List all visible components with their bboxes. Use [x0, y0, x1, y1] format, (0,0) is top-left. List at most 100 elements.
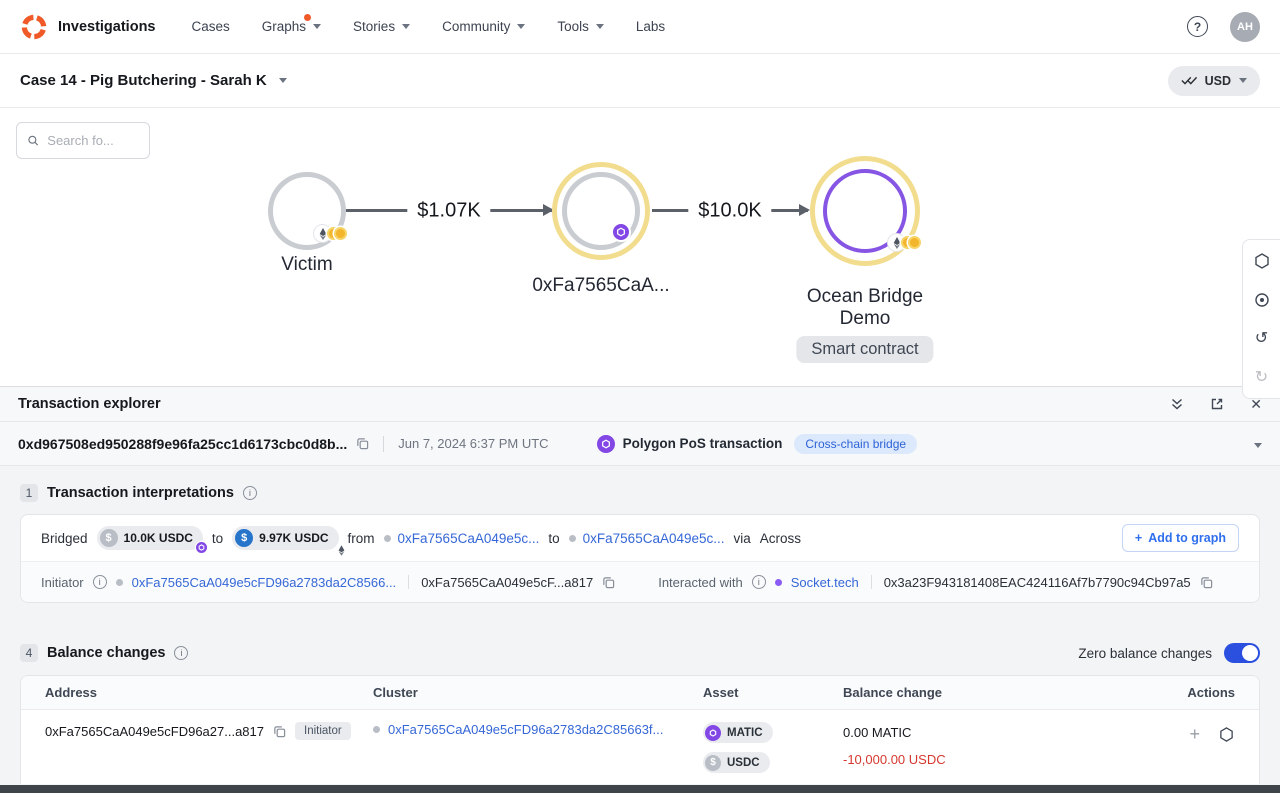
column-header-balance-change: Balance change	[843, 685, 1143, 700]
to-asset-pill[interactable]: $ 9.97K USDC	[232, 526, 338, 550]
node-label[interactable]: Victim	[281, 254, 332, 276]
chevron-down-icon	[596, 24, 604, 29]
node-shape-icon[interactable]	[1218, 726, 1235, 743]
to-address-link[interactable]: 0xFa7565CaA049e5c...	[583, 531, 725, 546]
action-label: Bridged	[41, 531, 88, 546]
balance-change-matic: 0.00 MATIC	[843, 725, 1143, 740]
interpretation-card: Bridged $ 10.0K USDC to $ 9.97K USDC fro…	[20, 514, 1260, 603]
interpretation-main-row: Bridged $ 10.0K USDC to $ 9.97K USDC fro…	[21, 515, 1259, 561]
transaction-hash: 0xd967508ed950288f9e96fa25cc1d6173cbc0d8…	[18, 436, 347, 452]
case-title: Case 14 - Pig Butchering - Sarah K	[20, 72, 267, 89]
row-cluster-link[interactable]: 0xFa7565CaA049e5cFD96a2783da2C85663f...	[388, 722, 663, 737]
cluster-dot	[569, 535, 576, 542]
undo-icon[interactable]: ↺	[1253, 330, 1270, 347]
main-nav: Cases Graphs Stories Community Tools Lab…	[192, 19, 666, 34]
cluster-dot	[384, 535, 391, 542]
info-icon[interactable]: i	[93, 575, 107, 589]
info-glyph: i	[758, 577, 760, 588]
arrowhead-icon	[799, 204, 810, 216]
address-cell: 0xFa7565CaA049e5cFD96a27...a817 Initiato…	[45, 722, 373, 740]
edge-value-label[interactable]: $10.0K	[688, 198, 771, 225]
nav-item-graphs[interactable]: Graphs	[262, 19, 321, 34]
node-label[interactable]: 0xFa7565CaA...	[486, 275, 716, 297]
graph-search	[16, 122, 150, 159]
matic-asset-chip: MATIC	[703, 722, 773, 743]
zero-balance-control: Zero balance changes	[1078, 643, 1260, 663]
collapse-panel-icon[interactable]	[1170, 397, 1184, 411]
word-to: to	[212, 531, 223, 546]
copy-icon[interactable]	[1200, 576, 1213, 589]
nav-item-labs[interactable]: Labs	[636, 19, 665, 34]
graph-canvas[interactable]: $1.07K $10.0K Victim 0xFa7565CaA... Ocea…	[0, 108, 1280, 386]
explorer-content: 1 Transaction interpretations i Bridged …	[0, 466, 1280, 785]
copy-icon[interactable]	[602, 576, 615, 589]
cluster-dot-purple	[775, 579, 782, 586]
table-row[interactable]: 0xFa7565CaA049e5cFD96a27...a817 Initiato…	[21, 710, 1259, 773]
nav-item-label: Cases	[192, 19, 230, 34]
edge-value-label[interactable]: $1.07K	[407, 198, 490, 225]
horizontal-scrollbar[interactable]	[0, 785, 1280, 793]
info-icon[interactable]: i	[752, 575, 766, 589]
usdc-grayed-icon: $	[705, 755, 721, 771]
center-target-icon[interactable]	[1253, 291, 1270, 308]
help-icon[interactable]: ?	[1187, 16, 1208, 37]
expand-transaction-icon[interactable]	[1254, 436, 1262, 451]
polygon-icon	[705, 725, 721, 741]
case-title-dropdown[interactable]: Case 14 - Pig Butchering - Sarah K	[20, 72, 287, 89]
chevron-down-icon	[1254, 443, 1262, 448]
info-glyph: i	[180, 648, 182, 659]
search-input[interactable]	[47, 133, 139, 148]
avatar[interactable]: AH	[1230, 12, 1260, 42]
interacted-cluster-link[interactable]: Socket.tech	[791, 575, 859, 590]
polygon-icon	[597, 435, 615, 453]
from-asset-pill[interactable]: $ 10.0K USDC	[97, 526, 203, 550]
word-from: from	[348, 531, 375, 546]
section-title: Balance changes	[47, 645, 165, 661]
interacted-with-label: Interacted with	[658, 575, 743, 590]
initiator-label: Initiator	[41, 575, 84, 590]
copy-icon[interactable]	[273, 725, 286, 738]
nav-item-stories[interactable]: Stories	[353, 19, 410, 34]
initiator-address: 0xFa7565CaA049e5cF...a817	[421, 575, 593, 590]
divider	[408, 575, 409, 589]
asset-badge	[314, 225, 347, 242]
currency-selector[interactable]: USD	[1168, 66, 1260, 96]
actions-cell: +	[1143, 722, 1235, 743]
balance-change-cell: 0.00 MATIC -10,000.00 USDC	[843, 722, 1143, 767]
balance-changes-section-header: 4 Balance changes i Zero balance changes	[20, 643, 1260, 663]
nav-item-label: Graphs	[262, 19, 306, 34]
copy-icon[interactable]	[356, 437, 369, 450]
chevron-down-icon	[402, 24, 410, 29]
node-label[interactable]: Ocean Bridge Demo	[790, 286, 940, 330]
dollar-glyph: $	[710, 757, 716, 768]
from-address-link-row: 0xFa7565CaA049e5c...	[384, 531, 540, 546]
redo-icon[interactable]: ↻	[1253, 369, 1270, 386]
nav-item-tools[interactable]: Tools	[557, 19, 604, 34]
navbar-right: ? AH	[1187, 12, 1260, 42]
usdc-icon: $	[235, 529, 253, 547]
zero-balance-toggle[interactable]	[1224, 643, 1260, 663]
interpretations-section-header: 1 Transaction interpretations i	[20, 466, 1260, 502]
zero-balance-label: Zero balance changes	[1078, 646, 1212, 661]
cluster-cell: 0xFa7565CaA049e5cFD96a2783da2C85663f...	[373, 722, 703, 737]
balance-changes-table: Address Cluster Asset Balance change Act…	[20, 675, 1260, 784]
transaction-summary-row: 0xd967508ed950288f9e96fa25cc1d6173cbc0d8…	[0, 422, 1280, 466]
from-address-link[interactable]: 0xFa7565CaA049e5c...	[398, 531, 540, 546]
add-to-graph-button[interactable]: + Add to graph	[1122, 524, 1239, 552]
transaction-timestamp: Jun 7, 2024 6:37 PM UTC	[398, 436, 548, 451]
word-via: via	[734, 531, 751, 546]
node-shape-icon[interactable]	[1253, 252, 1270, 269]
info-icon[interactable]: i	[243, 486, 257, 500]
chainalysis-logo-icon[interactable]	[20, 13, 48, 41]
top-navbar: Investigations Cases Graphs Stories Comm…	[0, 0, 1280, 54]
add-address-to-graph-icon[interactable]: +	[1189, 725, 1200, 743]
nav-item-cases[interactable]: Cases	[192, 19, 230, 34]
graph-edge-intermediary-to-bridge[interactable]: $10.0K	[652, 209, 808, 212]
info-icon[interactable]: i	[174, 646, 188, 660]
explorer-header: Transaction explorer ✕	[0, 386, 1280, 422]
graph-edge-victim-to-intermediary[interactable]: $1.07K	[346, 209, 552, 212]
to-asset-amount: 9.97K USDC	[259, 531, 328, 545]
open-in-new-icon[interactable]	[1210, 397, 1224, 411]
initiator-cluster-link[interactable]: 0xFa7565CaA049e5cFD96a2783da2C8566...	[132, 575, 397, 590]
nav-item-community[interactable]: Community	[442, 19, 525, 34]
